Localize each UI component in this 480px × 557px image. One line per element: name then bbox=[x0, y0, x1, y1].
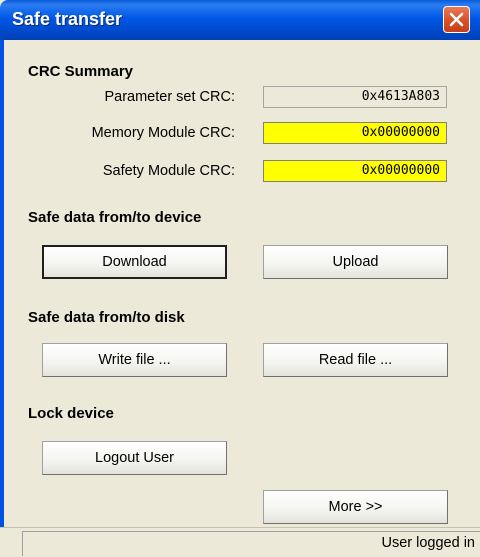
parameter-set-crc-field: 0x4613A803 bbox=[263, 86, 447, 108]
crc-summary-heading: CRC Summary bbox=[28, 63, 134, 80]
lock-section-heading: Lock device bbox=[28, 405, 114, 422]
parameter-set-crc-label: Parameter set CRC: bbox=[104, 89, 235, 105]
status-panel: User logged in bbox=[22, 531, 480, 556]
download-button[interactable]: Download bbox=[42, 245, 227, 279]
write-file-button[interactable]: Write file ... bbox=[42, 343, 227, 377]
disk-section-heading: Safe data from/to disk bbox=[28, 309, 185, 326]
more-button[interactable]: More >> bbox=[263, 490, 448, 524]
logout-user-button[interactable]: Logout User bbox=[42, 441, 227, 475]
device-section-heading: Safe data from/to device bbox=[28, 209, 202, 226]
safety-module-crc-label: Safety Module CRC: bbox=[102, 163, 235, 179]
upload-button[interactable]: Upload bbox=[263, 245, 448, 279]
window-frame bbox=[0, 40, 4, 557]
memory-module-crc-field: 0x00000000 bbox=[263, 122, 447, 144]
status-bar: User logged in bbox=[0, 527, 480, 557]
window-title: Safe transfer bbox=[12, 9, 123, 29]
safe-transfer-dialog: Safe transfer CRC Summary Parameter set … bbox=[0, 0, 480, 557]
memory-module-crc-label: Memory Module CRC: bbox=[91, 125, 235, 141]
safety-module-crc-field: 0x00000000 bbox=[263, 160, 447, 182]
status-text: User logged in bbox=[381, 535, 476, 551]
close-icon bbox=[449, 12, 464, 27]
title-bar[interactable]: Safe transfer bbox=[0, 0, 480, 40]
close-button[interactable] bbox=[443, 6, 470, 33]
read-file-button[interactable]: Read file ... bbox=[263, 343, 448, 377]
